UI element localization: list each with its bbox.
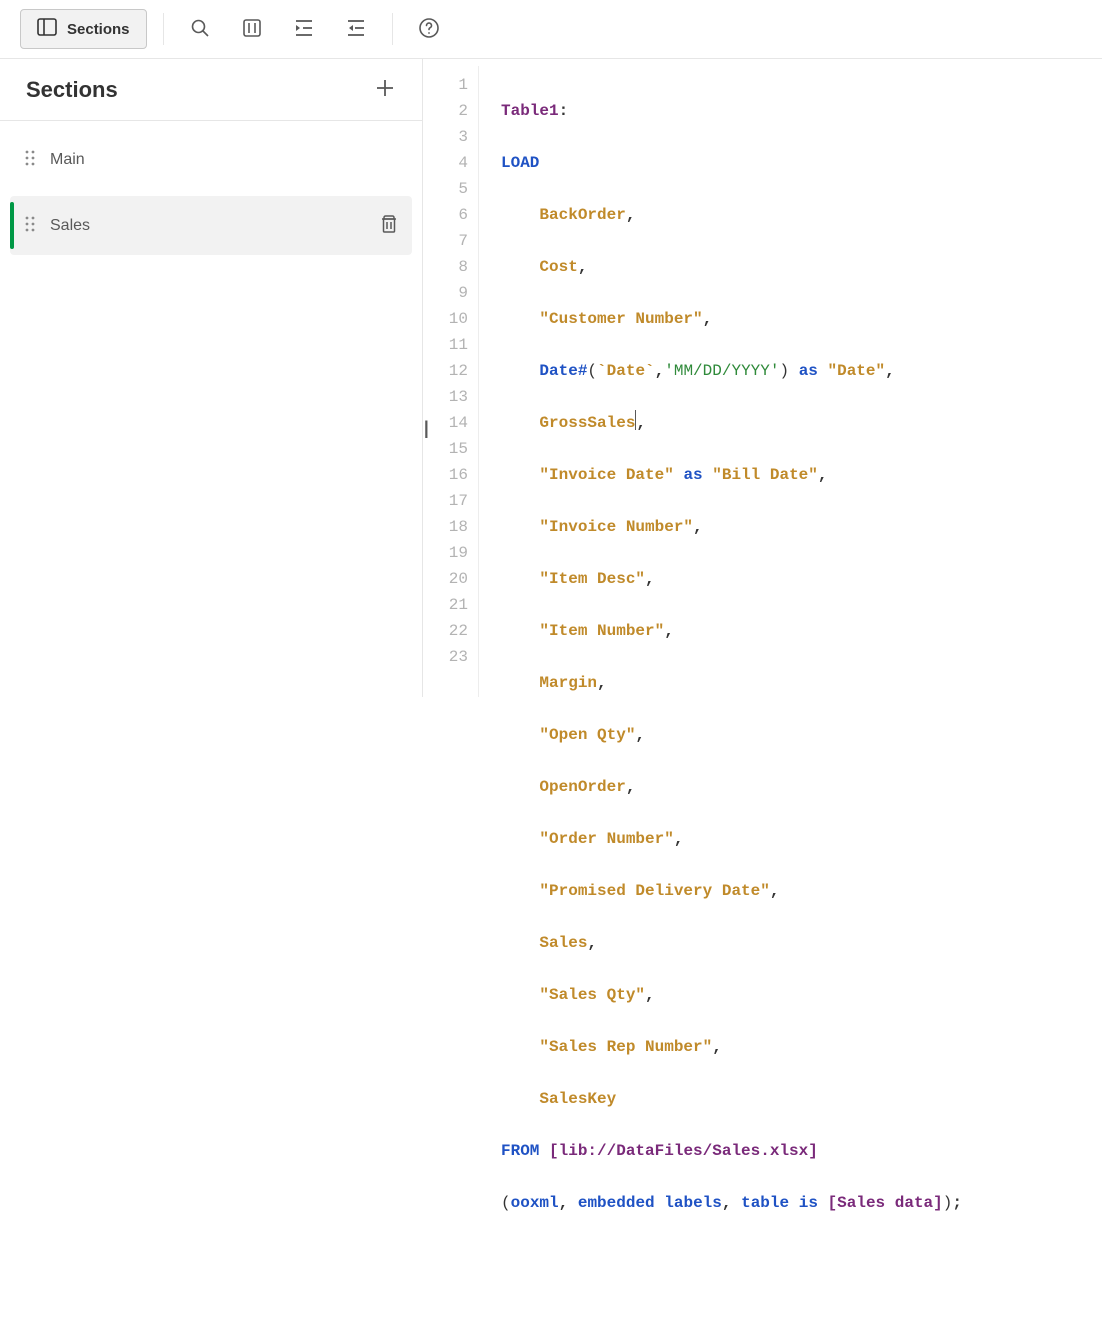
outdent-icon <box>345 19 367 40</box>
section-item-sales[interactable]: Sales <box>10 196 412 255</box>
script-editor[interactable]: 1 2 3 4 5 6 7 8 9 10 11 12 13 14 15 16 1… <box>423 59 1102 697</box>
section-item-label: Main <box>50 151 398 169</box>
line-number: 13 <box>423 384 468 410</box>
indent-icon <box>293 19 315 40</box>
line-number: 14 <box>423 410 468 436</box>
delete-section-button[interactable] <box>380 214 398 237</box>
line-number: 1 <box>423 72 468 98</box>
section-item-main[interactable]: Main <box>10 131 412 188</box>
line-number: 3 <box>423 124 468 150</box>
line-number: 12 <box>423 358 468 384</box>
main-area: Sections Main <box>0 59 1102 697</box>
line-number: 8 <box>423 254 468 280</box>
line-number: 11 <box>423 332 468 358</box>
line-number: 20 <box>423 566 468 592</box>
search-icon <box>190 18 210 41</box>
line-number: 7 <box>423 228 468 254</box>
drag-handle-icon[interactable] <box>24 215 36 236</box>
drag-handle-icon[interactable] <box>24 149 36 170</box>
line-number: 9 <box>423 280 468 306</box>
line-number: 21 <box>423 592 468 618</box>
code-area[interactable]: Table1: LOAD BackOrder, Cost, "Customer … <box>479 66 962 697</box>
line-number: 2 <box>423 98 468 124</box>
help-button[interactable] <box>409 9 449 49</box>
indent-button[interactable] <box>284 9 324 49</box>
sections-toggle-button[interactable]: Sections <box>20 9 147 49</box>
comment-icon <box>241 17 263 42</box>
plus-icon <box>374 87 396 102</box>
section-item-label: Sales <box>50 217 366 235</box>
add-section-button[interactable] <box>370 73 400 106</box>
outdent-button[interactable] <box>336 9 376 49</box>
sections-sidebar: Sections Main <box>0 59 423 697</box>
help-icon <box>418 17 440 42</box>
toolbar-separator <box>163 13 164 45</box>
section-list: Main Sales <box>0 121 422 265</box>
trash-icon <box>380 222 398 237</box>
line-number: 18 <box>423 514 468 540</box>
panel-icon <box>37 18 57 40</box>
line-number: 10 <box>423 306 468 332</box>
toolbar-separator <box>392 13 393 45</box>
line-number: 17 <box>423 488 468 514</box>
sidebar-title: Sections <box>26 77 118 103</box>
search-button[interactable] <box>180 9 220 49</box>
line-number: 23 <box>423 644 468 670</box>
line-number: 6 <box>423 202 468 228</box>
line-number: 22 <box>423 618 468 644</box>
line-number: 5 <box>423 176 468 202</box>
split-drag-handle[interactable]: || <box>424 418 425 439</box>
line-number: 19 <box>423 540 468 566</box>
line-number: 15 <box>423 436 468 462</box>
sidebar-header: Sections <box>0 59 422 121</box>
line-number: 16 <box>423 462 468 488</box>
line-number: 4 <box>423 150 468 176</box>
comment-toggle-button[interactable] <box>232 9 272 49</box>
toolbar: Sections <box>0 0 1102 59</box>
line-number-gutter: 1 2 3 4 5 6 7 8 9 10 11 12 13 14 15 16 1… <box>423 66 479 697</box>
sections-toggle-label: Sections <box>67 21 130 38</box>
